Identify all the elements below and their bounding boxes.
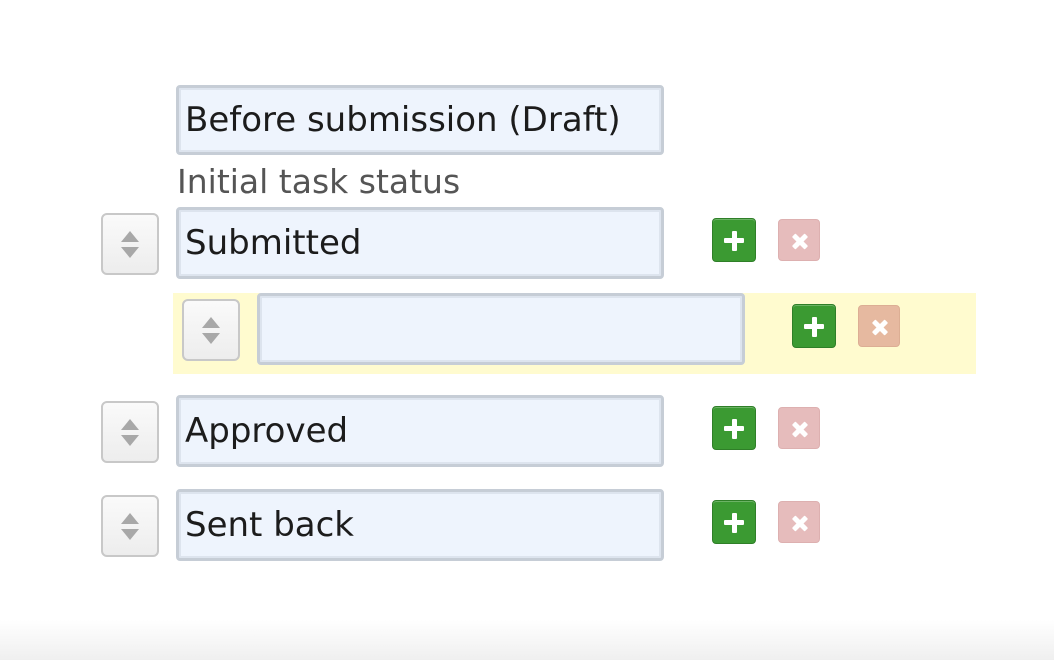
sort-down-arrow-icon bbox=[202, 332, 220, 344]
sort-handle[interactable] bbox=[182, 299, 240, 361]
status-name-input[interactable] bbox=[176, 395, 664, 467]
sort-down-arrow-icon bbox=[121, 434, 139, 446]
add-status-button[interactable] bbox=[712, 406, 756, 450]
sort-handle[interactable] bbox=[101, 401, 159, 463]
delete-status-button[interactable] bbox=[778, 407, 820, 449]
initial-status-label: Initial task status bbox=[177, 162, 461, 201]
sort-up-arrow-icon bbox=[121, 230, 139, 242]
sort-up-arrow-icon bbox=[121, 512, 139, 524]
page-footer-bar bbox=[0, 620, 1054, 660]
sort-up-arrow-icon bbox=[121, 418, 139, 430]
sort-handle[interactable] bbox=[101, 213, 159, 275]
add-status-button[interactable] bbox=[792, 304, 836, 348]
add-status-button[interactable] bbox=[712, 500, 756, 544]
sort-down-arrow-icon bbox=[121, 246, 139, 258]
sort-handle[interactable] bbox=[101, 495, 159, 557]
status-name-input[interactable] bbox=[176, 207, 664, 279]
status-name-input[interactable] bbox=[176, 489, 664, 561]
status-name-input[interactable] bbox=[257, 293, 745, 365]
sort-down-arrow-icon bbox=[121, 528, 139, 540]
initial-status-input[interactable] bbox=[176, 85, 664, 155]
delete-status-button[interactable] bbox=[858, 305, 900, 347]
delete-status-button[interactable] bbox=[778, 501, 820, 543]
delete-status-button[interactable] bbox=[778, 219, 820, 261]
add-status-button[interactable] bbox=[712, 218, 756, 262]
sort-up-arrow-icon bbox=[202, 316, 220, 328]
